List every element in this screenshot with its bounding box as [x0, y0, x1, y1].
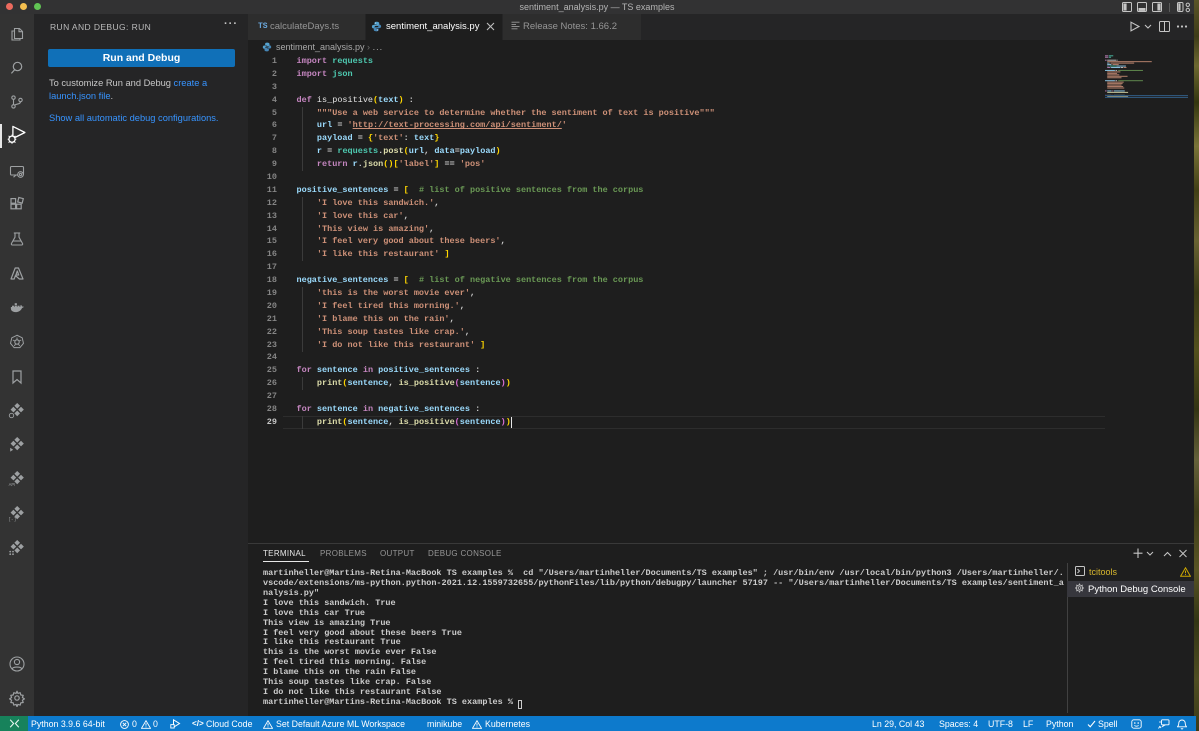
- svg-text:API: API: [9, 482, 16, 487]
- svg-text:[-]: [-]: [8, 516, 16, 522]
